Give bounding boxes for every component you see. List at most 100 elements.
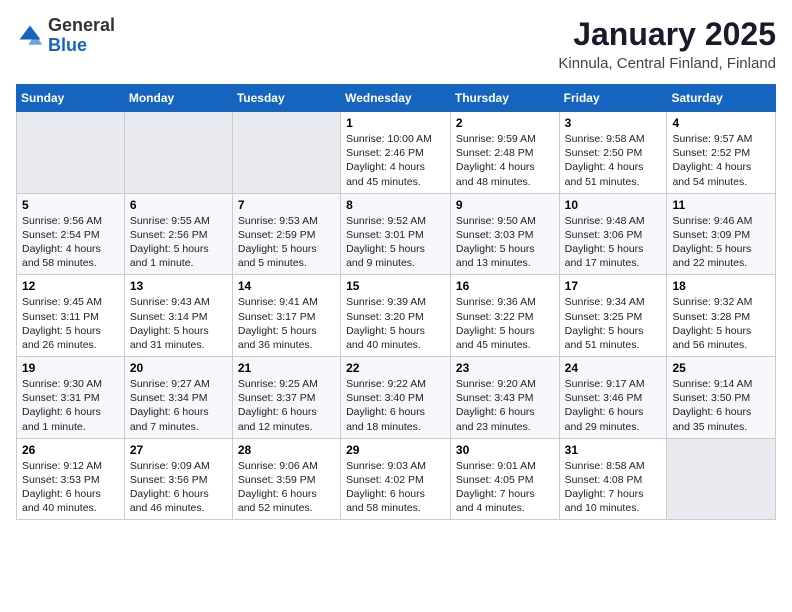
page-header: General Blue January 2025 Kinnula, Centr… — [16, 16, 776, 72]
day-info: Sunrise: 8:58 AM Sunset: 4:08 PM Dayligh… — [565, 459, 662, 516]
calendar-cell: 28 Sunrise: 9:06 AM Sunset: 3:59 PM Dayli… — [232, 438, 340, 520]
weekday-header-thursday: Thursday — [450, 85, 559, 112]
calendar-cell — [232, 112, 340, 194]
day-info: Sunrise: 9:14 AM Sunset: 3:50 PM Dayligh… — [672, 377, 770, 434]
day-info: Sunrise: 9:34 AM Sunset: 3:25 PM Dayligh… — [565, 295, 662, 352]
day-number: 11 — [672, 198, 770, 212]
calendar-cell: 30 Sunrise: 9:01 AM Sunset: 4:05 PM Dayli… — [450, 438, 559, 520]
day-number: 1 — [346, 116, 445, 130]
day-info: Sunrise: 9:39 AM Sunset: 3:20 PM Dayligh… — [346, 295, 445, 352]
day-number: 29 — [346, 443, 445, 457]
calendar-cell: 3 Sunrise: 9:58 AM Sunset: 2:50 PM Daylig… — [559, 112, 667, 194]
day-info: Sunrise: 9:56 AM Sunset: 2:54 PM Dayligh… — [22, 214, 119, 271]
day-info: Sunrise: 9:01 AM Sunset: 4:05 PM Dayligh… — [456, 459, 554, 516]
day-number: 4 — [672, 116, 770, 130]
logo: General Blue — [16, 16, 115, 56]
calendar-cell: 25 Sunrise: 9:14 AM Sunset: 3:50 PM Dayli… — [667, 357, 776, 439]
month-title: January 2025 — [558, 16, 776, 53]
day-info: Sunrise: 9:20 AM Sunset: 3:43 PM Dayligh… — [456, 377, 554, 434]
calendar-cell: 31 Sunrise: 8:58 AM Sunset: 4:08 PM Dayli… — [559, 438, 667, 520]
weekday-header-friday: Friday — [559, 85, 667, 112]
calendar-cell: 27 Sunrise: 9:09 AM Sunset: 3:56 PM Dayli… — [124, 438, 232, 520]
day-number: 9 — [456, 198, 554, 212]
day-number: 6 — [130, 198, 227, 212]
calendar-cell: 17 Sunrise: 9:34 AM Sunset: 3:25 PM Dayli… — [559, 275, 667, 357]
location: Kinnula, Central Finland, Finland — [558, 55, 776, 72]
calendar-cell — [667, 438, 776, 520]
day-info: Sunrise: 9:58 AM Sunset: 2:50 PM Dayligh… — [565, 132, 662, 189]
calendar-cell: 11 Sunrise: 9:46 AM Sunset: 3:09 PM Dayli… — [667, 193, 776, 275]
day-info: Sunrise: 10:00 AM Sunset: 2:46 PM Daylig… — [346, 132, 445, 189]
day-number: 8 — [346, 198, 445, 212]
day-info: Sunrise: 9:22 AM Sunset: 3:40 PM Dayligh… — [346, 377, 445, 434]
weekday-header-wednesday: Wednesday — [341, 85, 451, 112]
calendar-week-4: 19Sunrise: 9:30 AM Sunset: 3:31 PM Dayli… — [17, 357, 776, 439]
day-number: 30 — [456, 443, 554, 457]
day-number: 10 — [565, 198, 662, 212]
logo-icon — [16, 22, 44, 50]
day-info: Sunrise: 9:45 AM Sunset: 3:11 PM Dayligh… — [22, 295, 119, 352]
weekday-header-sunday: Sunday — [17, 85, 125, 112]
day-info: Sunrise: 9:06 AM Sunset: 3:59 PM Dayligh… — [238, 459, 335, 516]
calendar-cell: 9 Sunrise: 9:50 AM Sunset: 3:03 PM Daylig… — [450, 193, 559, 275]
day-number: 14 — [238, 279, 335, 293]
day-number: 23 — [456, 361, 554, 375]
calendar-cell: 10Sunrise: 9:48 AM Sunset: 3:06 PM Dayli… — [559, 193, 667, 275]
day-info: Sunrise: 9:25 AM Sunset: 3:37 PM Dayligh… — [238, 377, 335, 434]
day-info: Sunrise: 9:27 AM Sunset: 3:34 PM Dayligh… — [130, 377, 227, 434]
calendar-cell: 16 Sunrise: 9:36 AM Sunset: 3:22 PM Dayli… — [450, 275, 559, 357]
calendar-cell: 19Sunrise: 9:30 AM Sunset: 3:31 PM Dayli… — [17, 357, 125, 439]
calendar-table: SundayMondayTuesdayWednesdayThursdayFrid… — [16, 84, 776, 520]
day-info: Sunrise: 9:30 AM Sunset: 3:31 PM Dayligh… — [22, 377, 119, 434]
day-number: 24 — [565, 361, 662, 375]
day-info: Sunrise: 9:12 AM Sunset: 3:53 PM Dayligh… — [22, 459, 119, 516]
day-number: 17 — [565, 279, 662, 293]
day-info: Sunrise: 9:46 AM Sunset: 3:09 PM Dayligh… — [672, 214, 770, 271]
calendar-cell: 1 Sunrise: 10:00 AM Sunset: 2:46 PM Dayli… — [341, 112, 451, 194]
calendar-cell: 5 Sunrise: 9:56 AM Sunset: 2:54 PM Daylig… — [17, 193, 125, 275]
calendar-cell: 22Sunrise: 9:22 AM Sunset: 3:40 PM Dayli… — [341, 357, 451, 439]
day-info: Sunrise: 9:52 AM Sunset: 3:01 PM Dayligh… — [346, 214, 445, 271]
day-info: Sunrise: 9:32 AM Sunset: 3:28 PM Dayligh… — [672, 295, 770, 352]
day-number: 25 — [672, 361, 770, 375]
weekday-header-tuesday: Tuesday — [232, 85, 340, 112]
day-info: Sunrise: 9:17 AM Sunset: 3:46 PM Dayligh… — [565, 377, 662, 434]
calendar-cell: 14Sunrise: 9:41 AM Sunset: 3:17 PM Dayli… — [232, 275, 340, 357]
day-info: Sunrise: 9:53 AM Sunset: 2:59 PM Dayligh… — [238, 214, 335, 271]
calendar-cell: 15 Sunrise: 9:39 AM Sunset: 3:20 PM Dayli… — [341, 275, 451, 357]
weekday-header-saturday: Saturday — [667, 85, 776, 112]
day-number: 13 — [130, 279, 227, 293]
day-info: Sunrise: 9:59 AM Sunset: 2:48 PM Dayligh… — [456, 132, 554, 189]
calendar-cell: 8 Sunrise: 9:52 AM Sunset: 3:01 PM Daylig… — [341, 193, 451, 275]
calendar-week-2: 5 Sunrise: 9:56 AM Sunset: 2:54 PM Daylig… — [17, 193, 776, 275]
calendar-cell: 21 Sunrise: 9:25 AM Sunset: 3:37 PM Dayli… — [232, 357, 340, 439]
day-number: 26 — [22, 443, 119, 457]
calendar-cell: 23 Sunrise: 9:20 AM Sunset: 3:43 PM Dayli… — [450, 357, 559, 439]
day-info: Sunrise: 9:55 AM Sunset: 2:56 PM Dayligh… — [130, 214, 227, 271]
weekday-header-row: SundayMondayTuesdayWednesdayThursdayFrid… — [17, 85, 776, 112]
calendar-week-3: 12Sunrise: 9:45 AM Sunset: 3:11 PM Dayli… — [17, 275, 776, 357]
day-number: 31 — [565, 443, 662, 457]
day-info: Sunrise: 9:50 AM Sunset: 3:03 PM Dayligh… — [456, 214, 554, 271]
logo-text: General Blue — [48, 16, 115, 56]
day-number: 21 — [238, 361, 335, 375]
day-number: 16 — [456, 279, 554, 293]
day-number: 15 — [346, 279, 445, 293]
day-number: 20 — [130, 361, 227, 375]
day-info: Sunrise: 9:09 AM Sunset: 3:56 PM Dayligh… — [130, 459, 227, 516]
calendar-cell: 4Sunrise: 9:57 AM Sunset: 2:52 PM Daylig… — [667, 112, 776, 194]
title-block: January 2025 Kinnula, Central Finland, F… — [558, 16, 776, 72]
day-info: Sunrise: 9:03 AM Sunset: 4:02 PM Dayligh… — [346, 459, 445, 516]
day-number: 5 — [22, 198, 119, 212]
day-number: 27 — [130, 443, 227, 457]
day-info: Sunrise: 9:43 AM Sunset: 3:14 PM Dayligh… — [130, 295, 227, 352]
day-number: 3 — [565, 116, 662, 130]
calendar-cell: 13 Sunrise: 9:43 AM Sunset: 3:14 PM Dayli… — [124, 275, 232, 357]
calendar-cell: 29 Sunrise: 9:03 AM Sunset: 4:02 PM Dayli… — [341, 438, 451, 520]
calendar-cell: 7Sunrise: 9:53 AM Sunset: 2:59 PM Daylig… — [232, 193, 340, 275]
day-number: 18 — [672, 279, 770, 293]
calendar-cell: 26 Sunrise: 9:12 AM Sunset: 3:53 PM Dayli… — [17, 438, 125, 520]
day-info: Sunrise: 9:36 AM Sunset: 3:22 PM Dayligh… — [456, 295, 554, 352]
calendar-cell: 18 Sunrise: 9:32 AM Sunset: 3:28 PM Dayli… — [667, 275, 776, 357]
day-number: 28 — [238, 443, 335, 457]
